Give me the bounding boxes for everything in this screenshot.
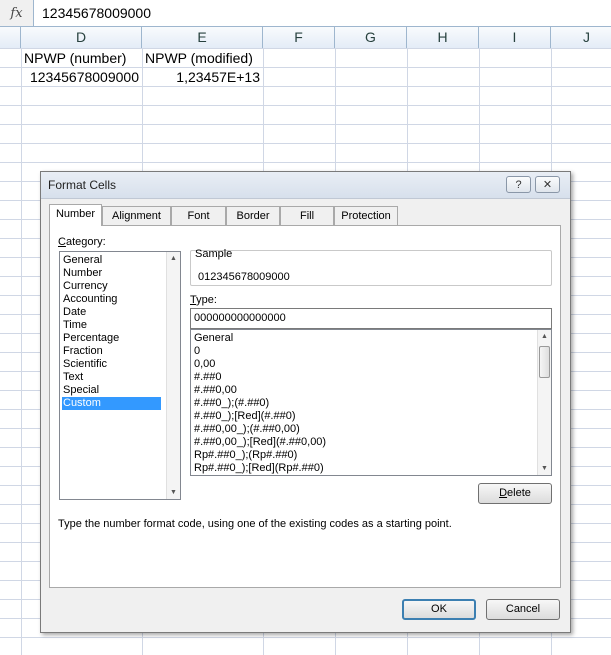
column-header-f[interactable]: F	[263, 27, 335, 48]
format-code-item[interactable]: 0	[193, 345, 200, 358]
column-header-g[interactable]: G	[335, 27, 407, 48]
cell-e1[interactable]: NPWP (modified)	[145, 50, 253, 66]
formula-bar: fx 12345678009000	[0, 0, 611, 27]
sample-group: Sample 012345678009000	[190, 248, 552, 286]
sample-label: Sample	[195, 248, 233, 260]
format-code-item[interactable]: General	[193, 332, 233, 345]
dialog-title: Format Cells	[48, 178, 117, 192]
category-item-number[interactable]: Number	[62, 267, 166, 280]
format-code-item[interactable]: #.##0_);[Red](#.##0)	[193, 410, 296, 423]
column-header-row: D E F G H I J	[0, 27, 611, 49]
tab-border[interactable]: Border	[226, 206, 280, 225]
format-code-item[interactable]: Rp#.##0_);(Rp#.##0)	[193, 449, 297, 462]
scroll-up-arrow-icon[interactable]: ▲	[538, 330, 551, 343]
format-code-item[interactable]: #.##0	[193, 371, 222, 384]
category-item-date[interactable]: Date	[62, 306, 166, 319]
format-code-item[interactable]: #.##0,00_);[Red](#.##0,00)	[193, 436, 326, 449]
tab-alignment[interactable]: Alignment	[102, 206, 171, 225]
column-header-i[interactable]: I	[479, 27, 551, 48]
ok-button[interactable]: OK	[402, 599, 476, 620]
format-cells-dialog: Format Cells ? ✕ Number Alignment Font B…	[40, 171, 571, 633]
column-header-e[interactable]: E	[142, 27, 263, 48]
format-code-item[interactable]: #.##0,00	[193, 384, 237, 397]
column-header-c[interactable]	[0, 27, 21, 48]
scroll-thumb[interactable]	[539, 346, 550, 378]
column-header-j[interactable]: J	[551, 27, 611, 48]
formula-input[interactable]: 12345678009000	[42, 5, 151, 21]
sample-value: 012345678009000	[198, 271, 290, 283]
format-code-item[interactable]: #.##0_);(#.##0)	[193, 397, 269, 410]
type-input[interactable]: 000000000000000	[190, 308, 552, 329]
format-code-list[interactable]: General 0 0,00 #.##0 #.##0,00 #.##0_);(#…	[190, 329, 552, 476]
column-header-h[interactable]: H	[407, 27, 479, 48]
category-scrollbar[interactable]: ▲ ▼	[166, 252, 180, 499]
tab-number[interactable]: Number	[49, 204, 102, 226]
number-tab-panel: Category: General Number Currency Accoun…	[49, 225, 561, 588]
scroll-down-arrow-icon[interactable]: ▼	[167, 486, 180, 499]
close-button[interactable]: ✕	[535, 176, 560, 193]
category-item-time[interactable]: Time	[62, 319, 166, 332]
category-list[interactable]: General Number Currency Accounting Date …	[59, 251, 181, 500]
format-code-item[interactable]: #.##0,00_);(#.##0,00)	[193, 423, 300, 436]
format-code-item[interactable]: 0,00	[193, 358, 215, 371]
grid-line	[21, 48, 22, 655]
dialog-title-bar[interactable]: Format Cells ? ✕	[41, 172, 570, 199]
description-text: Type the number format code, using one o…	[58, 518, 452, 530]
delete-button[interactable]: Delete	[478, 483, 552, 504]
help-button[interactable]: ?	[506, 176, 531, 193]
tab-fill[interactable]: Fill	[280, 206, 334, 225]
category-item-currency[interactable]: Currency	[62, 280, 166, 293]
category-item-accounting[interactable]: Accounting	[62, 293, 166, 306]
category-item-percentage[interactable]: Percentage	[62, 332, 166, 345]
cell-e2[interactable]: 1,23457E+13	[145, 69, 260, 85]
column-header-d[interactable]: D	[21, 27, 142, 48]
cell-d1[interactable]: NPWP (number)	[24, 50, 126, 66]
tab-protection[interactable]: Protection	[334, 206, 398, 225]
type-label: Type:	[190, 294, 217, 306]
category-item-text[interactable]: Text	[62, 371, 166, 384]
category-item-fraction[interactable]: Fraction	[62, 345, 166, 358]
category-item-special[interactable]: Special	[62, 384, 166, 397]
category-item-custom[interactable]: Custom	[62, 397, 161, 410]
tab-font[interactable]: Font	[171, 206, 226, 225]
format-code-item[interactable]: Rp#.##0_);[Red](Rp#.##0)	[193, 462, 324, 475]
scroll-up-arrow-icon[interactable]: ▲	[167, 252, 180, 265]
format-code-scrollbar[interactable]: ▲ ▼	[537, 330, 551, 475]
scroll-down-arrow-icon[interactable]: ▼	[538, 462, 551, 475]
category-label: Category:	[58, 236, 106, 248]
category-item-general[interactable]: General	[62, 254, 166, 267]
category-item-scientific[interactable]: Scientific	[62, 358, 166, 371]
cancel-button[interactable]: Cancel	[486, 599, 560, 620]
cell-d2[interactable]: 12345678009000	[24, 69, 139, 85]
fx-icon[interactable]: fx	[0, 0, 34, 26]
